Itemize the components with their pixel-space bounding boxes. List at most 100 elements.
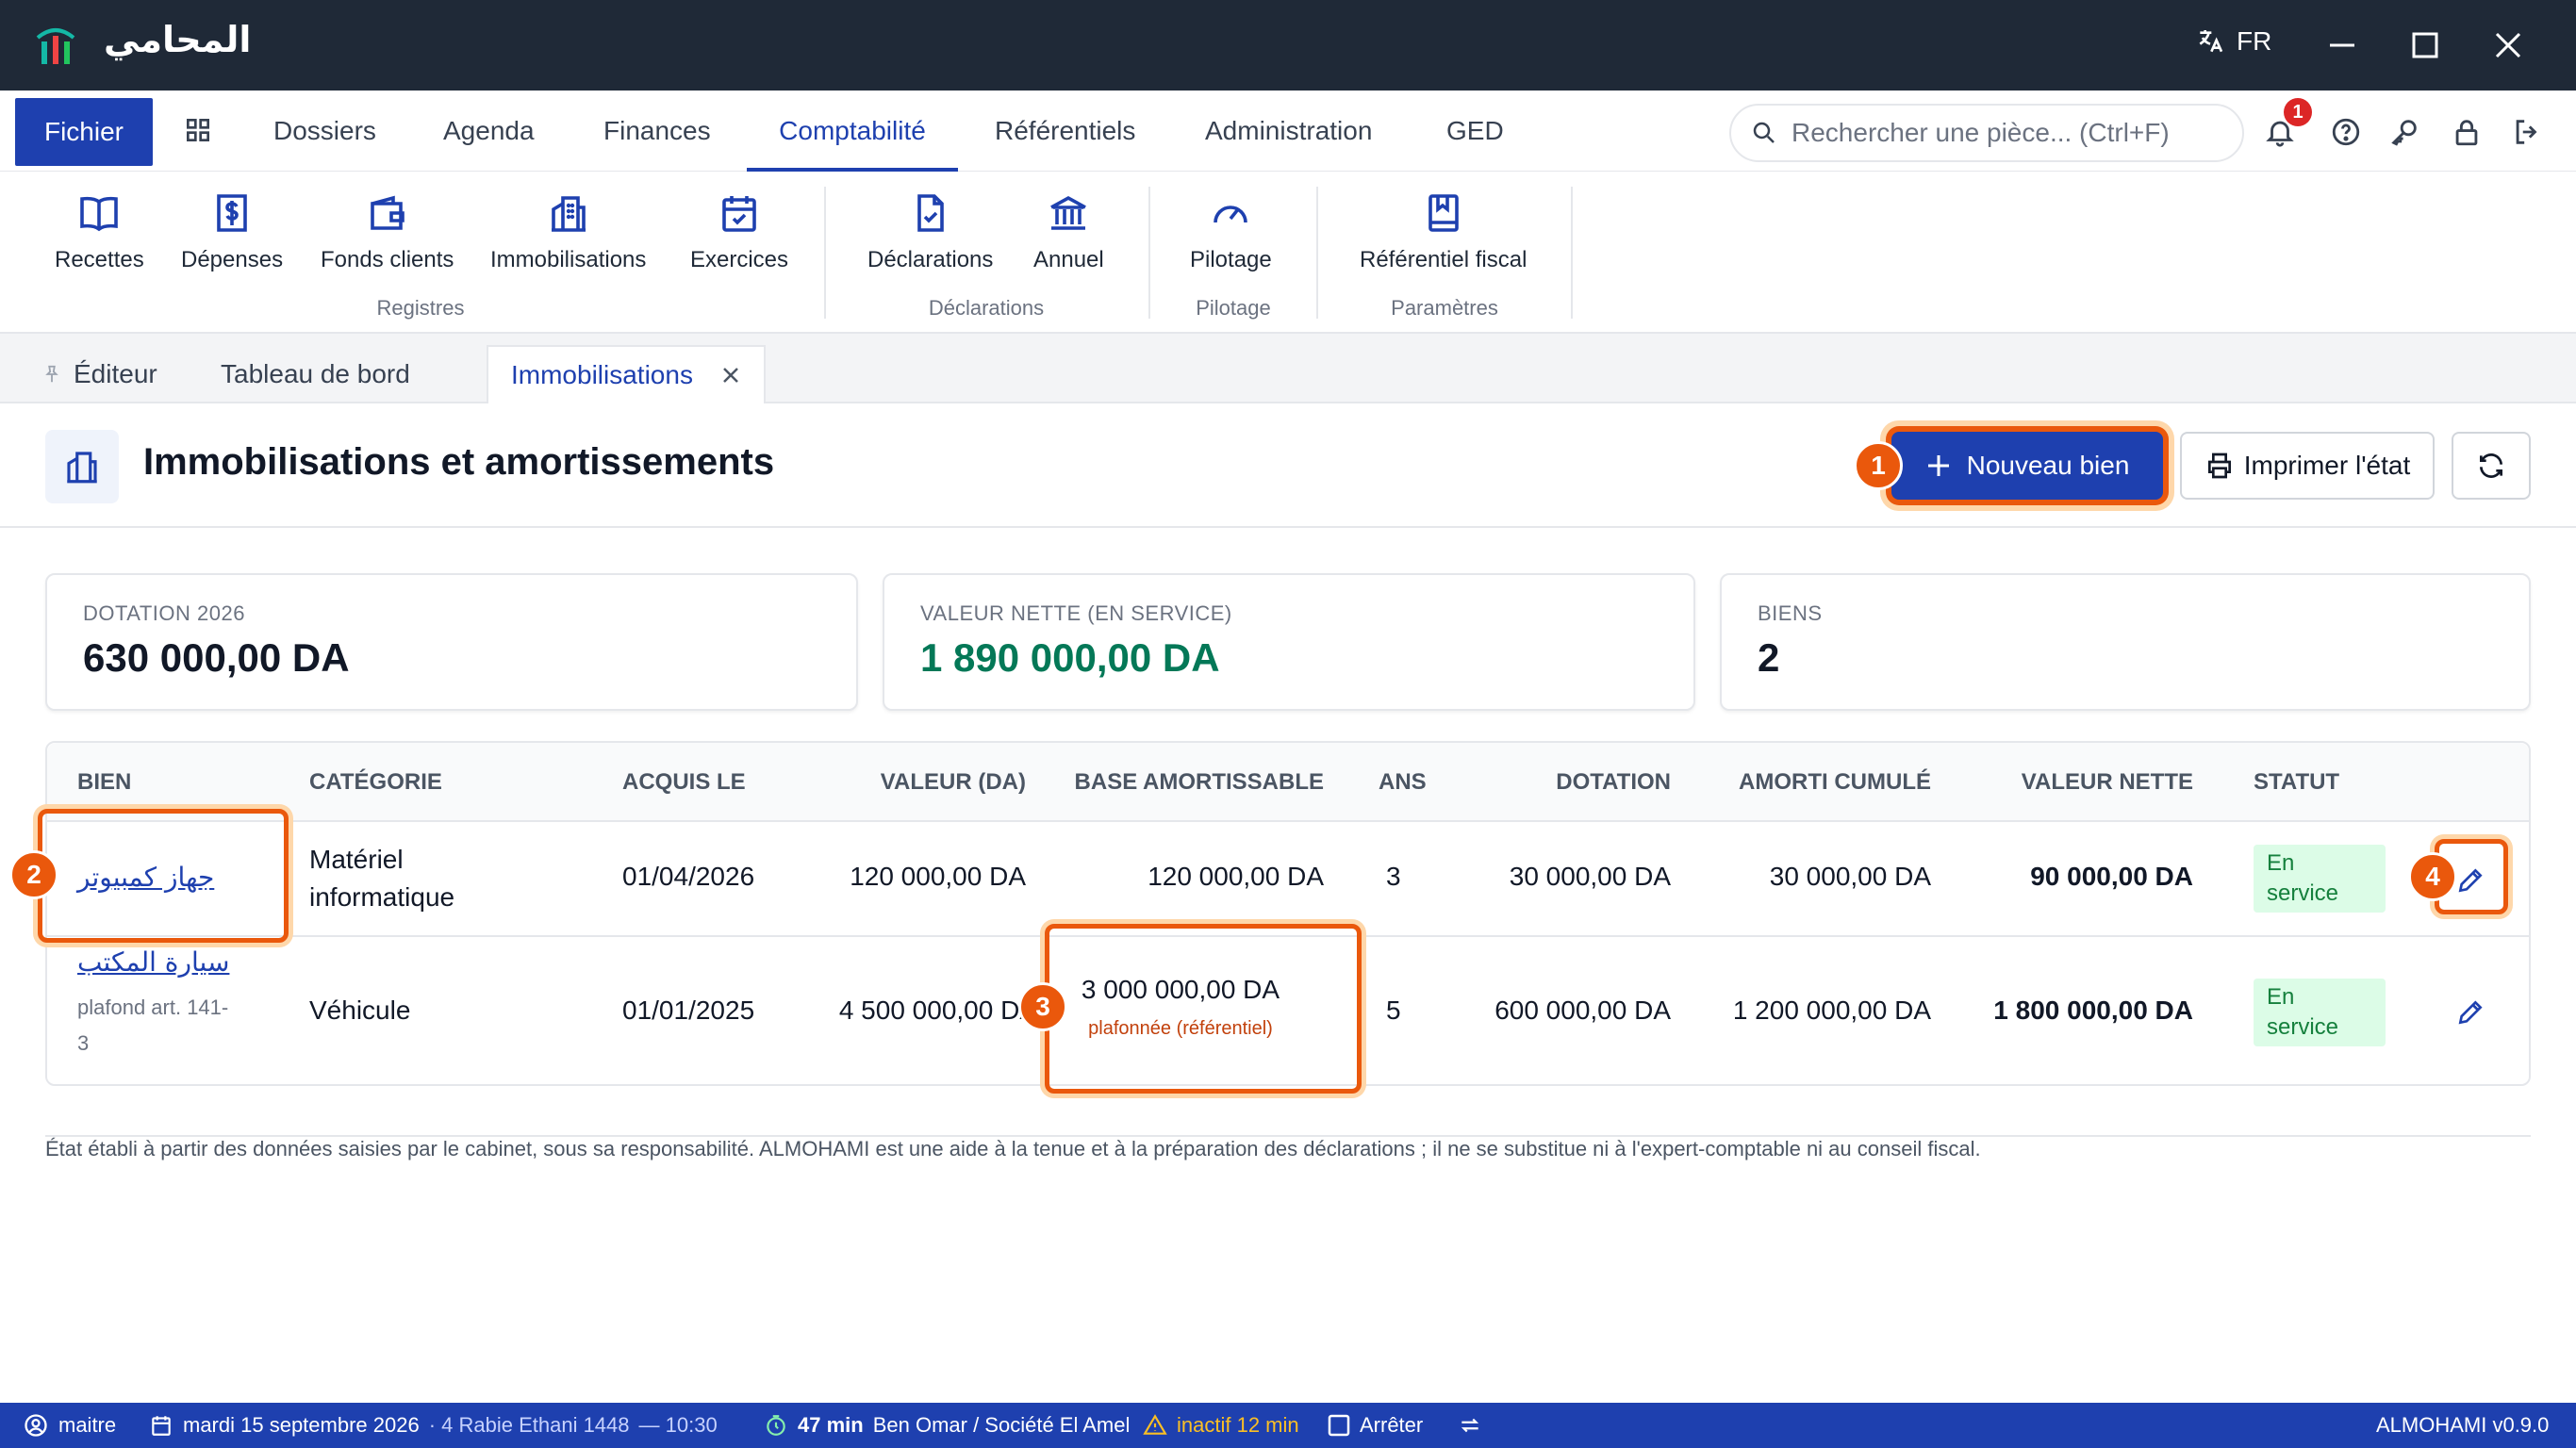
apps-grid-button[interactable] [179, 111, 217, 149]
col-acquis: ACQUIS LE [622, 769, 746, 795]
col-base: BASE AMORTISSABLE [1074, 769, 1324, 795]
wallet-icon [370, 195, 405, 230]
note-line: 3 [77, 1031, 90, 1055]
ribbon-exercices[interactable]: Exercices [690, 190, 788, 285]
sync-icon [1461, 1418, 1479, 1433]
new-asset-label: Nouveau bien [1966, 451, 2130, 480]
ribbon-recettes[interactable]: Recettes [55, 190, 144, 285]
tab-label: Immobilisations [511, 360, 693, 389]
ribbon-fonds-clients[interactable]: Fonds clients [321, 190, 454, 285]
book-open-icon [80, 196, 119, 232]
warning-icon [1143, 1414, 1167, 1435]
callout-badge-3: 3 [1018, 982, 1067, 1031]
minimize-button[interactable] [2320, 23, 2365, 68]
callout-badge-1: 1 [1854, 441, 1903, 490]
menu-finances[interactable]: Finances [603, 90, 711, 172]
stop-square-icon [1328, 1414, 1350, 1437]
cell-categorie: Matériel informatique [309, 841, 454, 916]
ribbon-group-declarations: Déclarations [928, 296, 1045, 320]
ribbon-separator [824, 187, 826, 319]
callout-badge-4: 4 [2408, 852, 2457, 901]
sync-button[interactable] [1458, 1403, 1482, 1448]
close-tab-icon[interactable] [720, 365, 741, 386]
printer-icon [2207, 452, 2231, 479]
notifications-button[interactable]: 1 [2261, 98, 2312, 151]
status-line: En [2267, 984, 2295, 1010]
key-button[interactable] [2386, 113, 2423, 151]
cell-base: 120 000,00 DA [1148, 862, 1324, 891]
app-logo-icon [36, 28, 75, 64]
asset-link[interactable]: سيارة المكتب [77, 946, 229, 978]
refresh-button[interactable] [2452, 432, 2531, 500]
maximize-icon [2412, 32, 2438, 58]
card-label: DOTATION 2026 [83, 601, 245, 625]
ribbon-pilotage[interactable]: Pilotage [1190, 190, 1272, 285]
col-valeur: VALEUR (DA) [880, 769, 1026, 795]
ribbon-referentiel-fiscal[interactable]: Référentiel fiscal [1360, 190, 1527, 285]
lock-button[interactable] [2448, 113, 2485, 151]
title-bar: المحامي FR [0, 0, 2576, 90]
card-value: 1 890 000,00 DA [920, 635, 1220, 680]
app-version: ALMOHAMI v0.9.0 [2376, 1413, 2550, 1437]
note-line: plafond art. 141- [77, 996, 229, 1019]
help-button[interactable] [2327, 113, 2365, 151]
ribbon-label: Déclarations [867, 247, 994, 272]
tab-tableau-de-bord[interactable]: Tableau de bord [198, 345, 433, 403]
page-icon-box [45, 430, 119, 503]
menu-referentiels[interactable]: Référentiels [995, 90, 1135, 172]
menu-dossiers[interactable]: Dossiers [273, 90, 376, 172]
menu-administration[interactable]: Administration [1205, 90, 1372, 172]
plus-icon [1927, 455, 1949, 476]
table-row: جهاز كمبيوتر Matériel informatique 01/04… [47, 822, 2529, 937]
building-icon [551, 196, 586, 232]
tab-editeur[interactable]: Éditeur [19, 345, 180, 403]
status-hijri: · 4 Rabie Ethani 1448 [428, 1413, 630, 1437]
ribbon-toolbar: Recettes Dépenses Fonds clients Immobili… [0, 172, 2576, 334]
ribbon-annuel[interactable]: Annuel [1033, 190, 1104, 285]
col-valeur-nette: VALEUR NETTE [2021, 769, 2193, 795]
menu-comptabilite[interactable]: Comptabilité [747, 90, 958, 172]
col-amorti: AMORTI CUMULÉ [1739, 769, 1931, 795]
print-label: Imprimer l'état [2243, 451, 2411, 480]
pencil-icon [2458, 1000, 2483, 1025]
new-asset-button[interactable]: Nouveau bien [1891, 432, 2163, 500]
cell-amorti: 1 200 000,00 DA [1732, 996, 1931, 1025]
callout-highlight-base [1045, 924, 1362, 1094]
ribbon-immobilisations[interactable]: Immobilisations [490, 190, 646, 285]
status-client: Ben Omar / Société El Amel [872, 1413, 1131, 1437]
status-date: mardi 15 septembre 2026 · 4 Rabie Ethani… [149, 1403, 718, 1448]
menu-fichier[interactable]: Fichier [15, 98, 153, 166]
card-valeur-nette: VALEUR NETTE (EN SERVICE) 1 890 000,00 D… [883, 573, 1695, 711]
asset-note: plafond art. 141- 3 [77, 990, 228, 1061]
status-user: maitre [23, 1403, 116, 1448]
edit-button[interactable] [2440, 982, 2501, 1043]
status-line: service [2267, 1014, 2339, 1040]
document-tabs-bar: Éditeur Tableau de bord Immobilisations [0, 334, 2576, 403]
status-time: — 10:30 [638, 1413, 718, 1437]
cell-valeur-nette: 90 000,00 DA [2030, 862, 2193, 891]
col-ans: ANS [1379, 769, 1427, 795]
logout-button[interactable] [2508, 113, 2546, 151]
cell-valeur: 4 500 000,00 DA [838, 996, 1037, 1025]
ribbon-depenses[interactable]: Dépenses [181, 190, 283, 285]
refresh-icon [2480, 453, 2502, 478]
print-button[interactable]: Imprimer l'état [2180, 432, 2435, 500]
search-input[interactable]: Rechercher une pièce... (Ctrl+F) [1729, 104, 2244, 162]
maximize-button[interactable] [2403, 23, 2448, 68]
menu-agenda[interactable]: Agenda [443, 90, 535, 172]
col-categorie: CATÉGORIE [309, 769, 442, 795]
menu-ged[interactable]: GED [1446, 90, 1504, 172]
language-switch[interactable]: FR [2195, 26, 2271, 57]
language-label: FR [2237, 26, 2272, 56]
receipt-dollar-icon [217, 194, 247, 232]
close-window-button[interactable] [2485, 23, 2531, 68]
tab-immobilisations[interactable]: Immobilisations [487, 345, 766, 403]
building-icon [67, 452, 97, 484]
cell-categorie: Véhicule [309, 996, 411, 1025]
card-biens: BIENS 2 [1720, 573, 2531, 711]
col-statut: STATUT [2254, 769, 2340, 795]
ribbon-declarations[interactable]: Déclarations [867, 190, 993, 285]
lock-icon [2455, 120, 2478, 146]
stop-timer-button[interactable]: Arrêter [1328, 1403, 1423, 1448]
bookmark-book-icon [1428, 194, 1459, 232]
